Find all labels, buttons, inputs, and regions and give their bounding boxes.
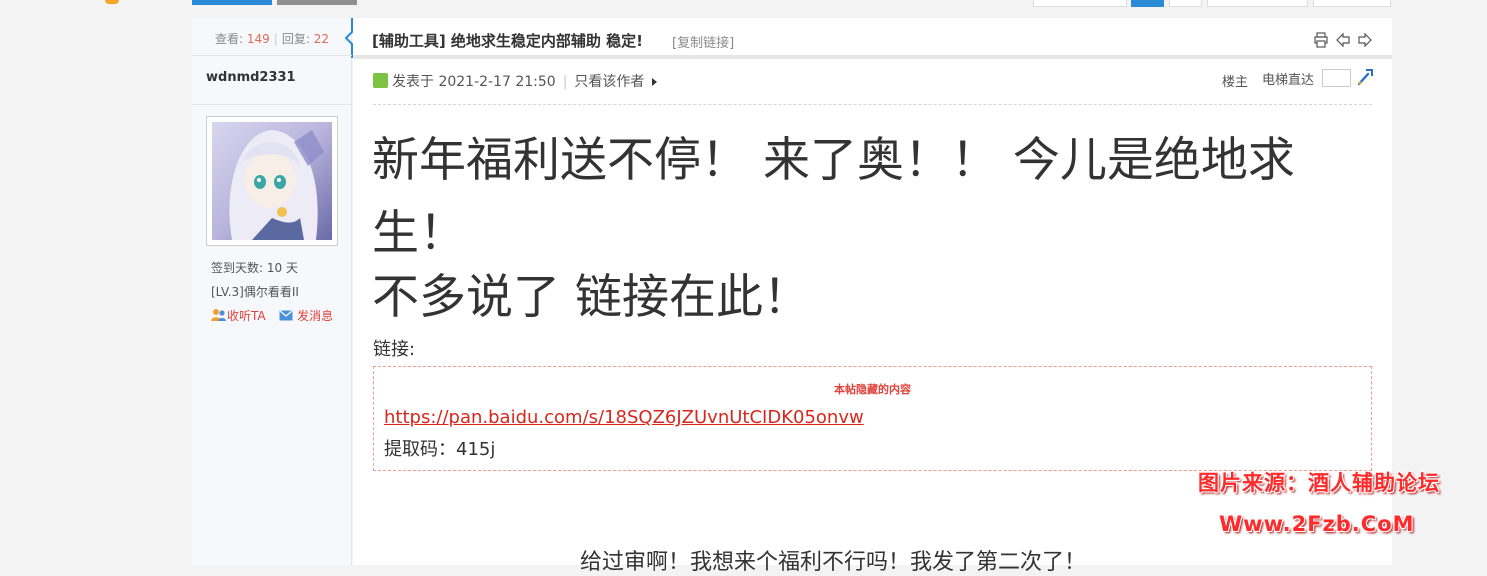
post-headline-2: 不多说了 链接在此！ [372,270,810,325]
watermark-source: 图片来源：酒人辅助论坛 [1198,471,1440,495]
pan-download-link[interactable]: https://pan.baidu.com/s/18SQZ6JZUvnUtCID… [384,407,864,428]
jump-go-icon[interactable] [1356,68,1374,86]
title-divider [353,55,1392,59]
avatar-image [212,122,332,240]
views-count: 149 [246,32,270,46]
new-post-button-fragment[interactable] [277,0,357,5]
title-action-icons [1314,32,1372,48]
triangle-right-icon [652,78,658,86]
send-message-button[interactable]: 发消息 [297,309,333,323]
reply-button-fragment[interactable] [192,0,272,5]
message-icon[interactable] [279,310,293,321]
link-label: 链接: [373,339,416,360]
replies-label: 回复: [281,32,310,46]
print-icon[interactable] [1314,32,1328,48]
post-date: 发表于 2021-2-17 21:50 [392,74,556,90]
author-actions: 收听TA 发消息 [211,307,333,324]
copy-link-button[interactable]: [复制链接] [672,32,734,51]
thread-title[interactable]: [辅助工具] 绝地求生稳定内部辅助 稳定! [372,30,643,51]
post-headline-1: 新年福利送不停！ 来了奥！！ 今儿是绝地求生！ [372,133,1295,261]
jump-label: 电梯直达 [1262,73,1315,88]
watermark-url: Www.2Fzb.CoM [1219,512,1415,536]
follow-button[interactable]: 收听TA [227,309,266,323]
pager-current-fragment[interactable] [1131,0,1164,7]
user-level[interactable]: [LV.3]偶尔看看II [211,283,299,300]
post-meta-divider [373,104,1372,105]
pager-input-fragment[interactable] [1207,0,1308,7]
post-body-text: 给过审啊！我想来个福利不行吗！我发了第二次了！ [580,550,1087,575]
only-author-link[interactable]: 只看该作者 [574,74,644,90]
avatar[interactable] [206,116,338,246]
extract-code: 提取码：415j [384,439,496,460]
hidden-content-title: 本帖隐藏的内容 [834,383,911,396]
post-meta: 发表于 2021-2-17 21:50 | 只看该作者 [392,71,658,91]
jump-floor-input[interactable] [1322,69,1351,87]
pager-back-fragment[interactable] [1033,0,1127,7]
replies-count: 22 [313,32,329,46]
logo-fragment [105,0,119,4]
next-thread-icon[interactable] [1358,32,1372,48]
pager-page-fragment[interactable] [1169,0,1202,7]
sidebar-divider-2 [192,104,352,105]
author-username[interactable]: wdnmd2331 [206,70,296,85]
stats-pointer-icon [344,18,353,58]
thread-stats: 查看: 149 | 回复: 22 [215,32,329,46]
pager-next-fragment[interactable] [1313,0,1391,7]
prev-thread-icon[interactable] [1336,32,1350,48]
follow-icon[interactable] [211,308,227,322]
views-label: 查看: [215,32,244,46]
signin-days: 签到天数: 10 天 [211,261,298,275]
sidebar-divider [192,55,352,56]
post-online-icon [373,73,388,88]
floor-label: 楼主 [1222,75,1249,90]
